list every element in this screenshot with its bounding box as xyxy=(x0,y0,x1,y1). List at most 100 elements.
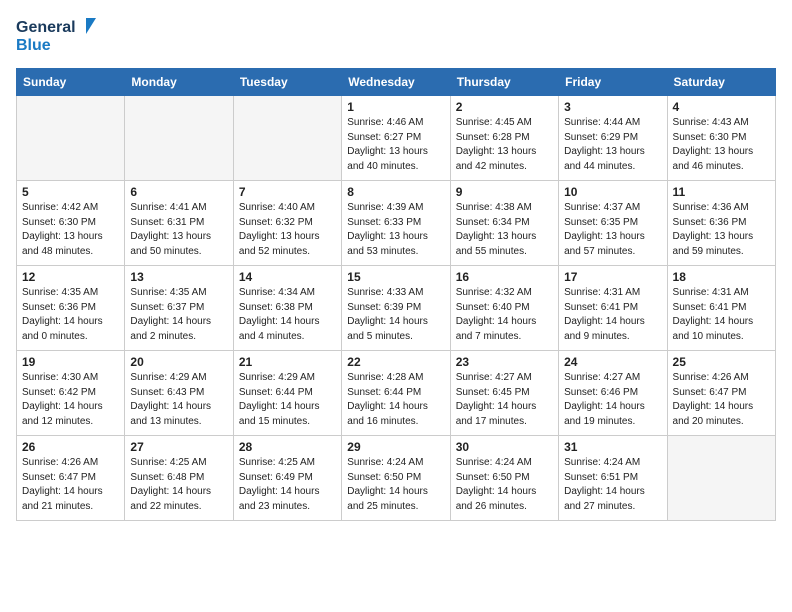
day-number: 27 xyxy=(130,440,227,454)
calendar-cell: 14 Sunrise: 4:34 AMSunset: 6:38 PMDayligh… xyxy=(233,266,341,351)
calendar-cell: 9 Sunrise: 4:38 AMSunset: 6:34 PMDaylight… xyxy=(450,181,558,266)
day-number: 16 xyxy=(456,270,553,284)
calendar-cell: 17 Sunrise: 4:31 AMSunset: 6:41 PMDayligh… xyxy=(559,266,667,351)
calendar-cell xyxy=(125,96,233,181)
day-number: 12 xyxy=(22,270,119,284)
day-info: Sunrise: 4:37 AMSunset: 6:35 PMDaylight:… xyxy=(564,201,661,259)
day-number: 21 xyxy=(239,355,336,369)
calendar-cell: 11 Sunrise: 4:36 AMSunset: 6:36 PMDayligh… xyxy=(667,181,775,266)
calendar-cell xyxy=(667,436,775,521)
calendar-cell: 29 Sunrise: 4:24 AMSunset: 6:50 PMDayligh… xyxy=(342,436,450,521)
day-info: Sunrise: 4:33 AMSunset: 6:39 PMDaylight:… xyxy=(347,286,444,344)
day-info: Sunrise: 4:41 AMSunset: 6:31 PMDaylight:… xyxy=(130,201,227,259)
day-header-sunday: Sunday xyxy=(17,69,125,96)
day-number: 4 xyxy=(673,100,770,114)
calendar-cell xyxy=(17,96,125,181)
day-info: Sunrise: 4:31 AMSunset: 6:41 PMDaylight:… xyxy=(564,286,661,344)
day-number: 3 xyxy=(564,100,661,114)
calendar-cell: 23Sunrise: 4:27 AMSunset: 6:45 PMDayligh… xyxy=(450,351,558,436)
day-info: Sunrise: 4:42 AMSunset: 6:30 PMDaylight:… xyxy=(22,201,119,259)
day-info: Sunrise: 4:24 AMSunset: 6:50 PMDaylight:… xyxy=(456,456,553,514)
week-row-4: 19Sunrise: 4:30 AMSunset: 6:42 PMDayligh… xyxy=(17,351,776,436)
day-number: 28 xyxy=(239,440,336,454)
day-info: Sunrise: 4:46 AMSunset: 6:27 PMDaylight:… xyxy=(347,116,444,174)
page-header: GeneralBlue xyxy=(16,16,776,56)
calendar-cell: 3Sunrise: 4:44 AMSunset: 6:29 PMDaylight… xyxy=(559,96,667,181)
day-number: 5 xyxy=(22,185,119,199)
day-number: 18 xyxy=(673,270,770,284)
day-header-saturday: Saturday xyxy=(667,69,775,96)
day-info: Sunrise: 4:39 AMSunset: 6:33 PMDaylight:… xyxy=(347,201,444,259)
day-info: Sunrise: 4:26 AMSunset: 6:47 PMDaylight:… xyxy=(673,371,770,429)
day-number: 14 xyxy=(239,270,336,284)
day-info: Sunrise: 4:28 AMSunset: 6:44 PMDaylight:… xyxy=(347,371,444,429)
day-info: Sunrise: 4:45 AMSunset: 6:28 PMDaylight:… xyxy=(456,116,553,174)
calendar-table: SundayMondayTuesdayWednesdayThursdayFrid… xyxy=(16,68,776,521)
day-number: 30 xyxy=(456,440,553,454)
day-info: Sunrise: 4:26 AMSunset: 6:47 PMDaylight:… xyxy=(22,456,119,514)
week-row-5: 26 Sunrise: 4:26 AMSunset: 6:47 PMDayligh… xyxy=(17,436,776,521)
calendar-cell: 10 Sunrise: 4:37 AMSunset: 6:35 PMDayligh… xyxy=(559,181,667,266)
day-number: 11 xyxy=(673,185,770,199)
day-number: 13 xyxy=(130,270,227,284)
day-number: 9 xyxy=(456,185,553,199)
calendar-cell: 26 Sunrise: 4:26 AMSunset: 6:47 PMDayligh… xyxy=(17,436,125,521)
calendar-cell: 28 Sunrise: 4:25 AMSunset: 6:49 PMDayligh… xyxy=(233,436,341,521)
day-number: 2 xyxy=(456,100,553,114)
day-number: 15 xyxy=(347,270,444,284)
day-info: Sunrise: 4:24 AMSunset: 6:51 PMDaylight:… xyxy=(564,456,661,514)
calendar-cell: 31 Sunrise: 4:24 AMSunset: 6:51 PMDayligh… xyxy=(559,436,667,521)
week-row-1: 1 Sunrise: 4:46 AMSunset: 6:27 PMDaylight… xyxy=(17,96,776,181)
day-number: 1 xyxy=(347,100,444,114)
day-number: 7 xyxy=(239,185,336,199)
week-row-3: 12 Sunrise: 4:35 AMSunset: 6:36 PMDayligh… xyxy=(17,266,776,351)
day-number: 23 xyxy=(456,355,553,369)
day-info: Sunrise: 4:35 AMSunset: 6:36 PMDaylight:… xyxy=(22,286,119,344)
svg-text:Blue: Blue xyxy=(16,37,51,54)
calendar-cell: 1 Sunrise: 4:46 AMSunset: 6:27 PMDaylight… xyxy=(342,96,450,181)
day-number: 26 xyxy=(22,440,119,454)
calendar-cell: 25Sunrise: 4:26 AMSunset: 6:47 PMDayligh… xyxy=(667,351,775,436)
day-header-monday: Monday xyxy=(125,69,233,96)
calendar-cell: 27Sunrise: 4:25 AMSunset: 6:48 PMDayligh… xyxy=(125,436,233,521)
day-header-friday: Friday xyxy=(559,69,667,96)
calendar-cell: 15 Sunrise: 4:33 AMSunset: 6:39 PMDayligh… xyxy=(342,266,450,351)
day-header-tuesday: Tuesday xyxy=(233,69,341,96)
calendar-cell: 16 Sunrise: 4:32 AMSunset: 6:40 PMDayligh… xyxy=(450,266,558,351)
calendar-cell: 4 Sunrise: 4:43 AMSunset: 6:30 PMDaylight… xyxy=(667,96,775,181)
day-number: 10 xyxy=(564,185,661,199)
day-info: Sunrise: 4:25 AMSunset: 6:49 PMDaylight:… xyxy=(239,456,336,514)
calendar-cell: 21 Sunrise: 4:29 AMSunset: 6:44 PMDayligh… xyxy=(233,351,341,436)
day-info: Sunrise: 4:40 AMSunset: 6:32 PMDaylight:… xyxy=(239,201,336,259)
day-number: 29 xyxy=(347,440,444,454)
day-info: Sunrise: 4:24 AMSunset: 6:50 PMDaylight:… xyxy=(347,456,444,514)
week-row-2: 5 Sunrise: 4:42 AMSunset: 6:30 PMDaylight… xyxy=(17,181,776,266)
day-number: 20 xyxy=(130,355,227,369)
day-number: 22 xyxy=(347,355,444,369)
day-info: Sunrise: 4:43 AMSunset: 6:30 PMDaylight:… xyxy=(673,116,770,174)
day-info: Sunrise: 4:38 AMSunset: 6:34 PMDaylight:… xyxy=(456,201,553,259)
day-number: 31 xyxy=(564,440,661,454)
calendar-cell: 6Sunrise: 4:41 AMSunset: 6:31 PMDaylight… xyxy=(125,181,233,266)
day-info: Sunrise: 4:32 AMSunset: 6:40 PMDaylight:… xyxy=(456,286,553,344)
day-info: Sunrise: 4:31 AMSunset: 6:41 PMDaylight:… xyxy=(673,286,770,344)
day-info: Sunrise: 4:34 AMSunset: 6:38 PMDaylight:… xyxy=(239,286,336,344)
day-number: 17 xyxy=(564,270,661,284)
calendar-cell xyxy=(233,96,341,181)
day-info: Sunrise: 4:29 AMSunset: 6:43 PMDaylight:… xyxy=(130,371,227,429)
calendar-cell: 19Sunrise: 4:30 AMSunset: 6:42 PMDayligh… xyxy=(17,351,125,436)
logo-icon: GeneralBlue xyxy=(16,16,96,56)
day-info: Sunrise: 4:36 AMSunset: 6:36 PMDaylight:… xyxy=(673,201,770,259)
svg-text:General: General xyxy=(16,19,76,36)
day-info: Sunrise: 4:29 AMSunset: 6:44 PMDaylight:… xyxy=(239,371,336,429)
calendar-cell: 30 Sunrise: 4:24 AMSunset: 6:50 PMDayligh… xyxy=(450,436,558,521)
calendar-cell: 24Sunrise: 4:27 AMSunset: 6:46 PMDayligh… xyxy=(559,351,667,436)
calendar-cell: 22 Sunrise: 4:28 AMSunset: 6:44 PMDayligh… xyxy=(342,351,450,436)
calendar-cell: 12 Sunrise: 4:35 AMSunset: 6:36 PMDayligh… xyxy=(17,266,125,351)
day-info: Sunrise: 4:35 AMSunset: 6:37 PMDaylight:… xyxy=(130,286,227,344)
calendar-cell: 2 Sunrise: 4:45 AMSunset: 6:28 PMDaylight… xyxy=(450,96,558,181)
calendar-cell: 7 Sunrise: 4:40 AMSunset: 6:32 PMDaylight… xyxy=(233,181,341,266)
day-header-thursday: Thursday xyxy=(450,69,558,96)
calendar-cell: 20 Sunrise: 4:29 AMSunset: 6:43 PMDayligh… xyxy=(125,351,233,436)
day-number: 8 xyxy=(347,185,444,199)
